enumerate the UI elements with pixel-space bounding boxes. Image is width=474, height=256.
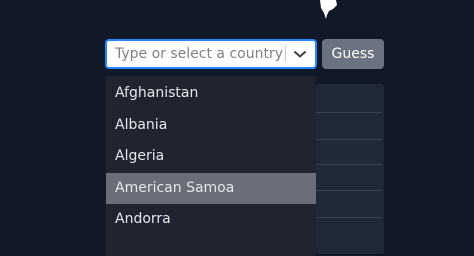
guess-history-panel — [316, 84, 384, 254]
country-dropdown-menu: Afghanistan Albania Algeria American Sam… — [106, 76, 316, 256]
country-option-focused[interactable]: American Samoa — [106, 172, 316, 204]
country-option[interactable]: Algeria — [106, 141, 316, 173]
select-separator — [285, 46, 286, 62]
country-select-placeholder[interactable]: Type or select a country — [115, 46, 283, 62]
guess-button[interactable]: Guess — [322, 39, 384, 69]
country-option[interactable]: Albania — [106, 110, 316, 142]
guess-history-divider — [316, 139, 382, 140]
chevron-down-icon[interactable] — [293, 48, 307, 60]
country-select[interactable]: Type or select a country — [105, 39, 317, 69]
country-silhouette-icon — [320, 0, 337, 19]
country-option[interactable]: Afghanistan — [106, 78, 316, 110]
guess-history-divider — [316, 164, 382, 165]
guess-history-divider — [316, 217, 382, 218]
guess-history-divider — [316, 190, 382, 191]
guess-history-divider — [316, 112, 382, 113]
country-option[interactable]: Andorra — [106, 204, 316, 236]
